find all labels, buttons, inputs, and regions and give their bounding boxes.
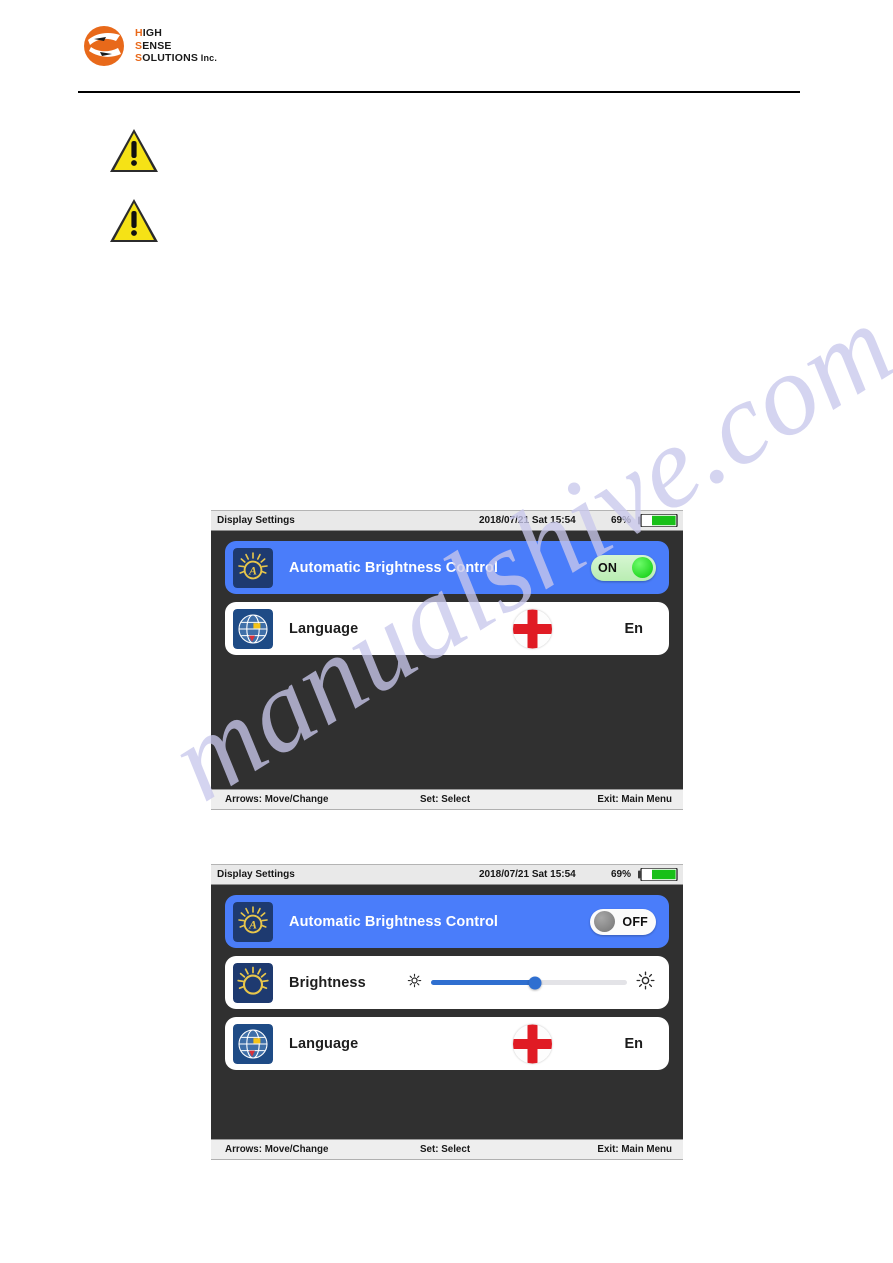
globe-icon	[233, 1023, 273, 1064]
auto-brightness-toggle[interactable]: OFF	[590, 908, 656, 935]
globe-icon	[233, 608, 273, 649]
battery-percent-label: 69%	[611, 869, 632, 880]
footer-hint-exit: Exit: Main Menu	[597, 794, 672, 805]
status-bar: Display Settings 2018/07/21 Sat 15:54 69…	[211, 510, 683, 531]
row-label: Automatic Brightness Control	[289, 913, 499, 930]
row-label: Language	[289, 620, 359, 637]
svg-text:A: A	[248, 563, 257, 577]
company-logo: HIGH SENSE SOLUTIONS Inc.	[82, 24, 217, 68]
footer-hint-arrows: Arrows: Move/Change	[225, 1144, 329, 1155]
language-code-value: En	[624, 620, 643, 637]
small-sun-icon	[407, 973, 422, 993]
brightness-slider-control[interactable]	[407, 970, 655, 995]
status-bar-datetime: 2018/07/21 Sat 15:54	[479, 515, 576, 526]
high-sense-logo-icon	[82, 24, 126, 68]
device-screenshot-auto-on: Display Settings 2018/07/21 Sat 15:54 69…	[211, 510, 683, 810]
company-logo-text: HIGH SENSE SOLUTIONS Inc.	[135, 27, 217, 64]
device-screenshot-auto-off: Display Settings 2018/07/21 Sat 15:54 69…	[211, 864, 683, 1160]
england-flag-icon	[513, 1024, 552, 1063]
footer-hint-set: Set: Select	[420, 794, 471, 805]
row-automatic-brightness-control[interactable]: A Automatic Brightness Control OFF	[225, 895, 669, 948]
settings-list: A Automatic Brightness Control ON Langua…	[211, 531, 683, 789]
large-sun-icon	[636, 970, 655, 995]
language-code-value: En	[624, 1035, 643, 1052]
row-automatic-brightness-control[interactable]: A Automatic Brightness Control ON	[225, 541, 669, 594]
warning-triangle-icon	[108, 197, 160, 244]
toggle-knob	[632, 557, 653, 578]
device-footer-hints: Arrows: Move/Change Set: Select Exit: Ma…	[211, 789, 683, 810]
row-label: Language	[289, 1035, 359, 1052]
logo-line-sense: SENSE	[135, 39, 172, 52]
status-bar-title: Display Settings	[217, 515, 295, 526]
footer-hint-exit: Exit: Main Menu	[597, 1144, 672, 1155]
row-label: Brightness	[289, 974, 366, 991]
logo-line-high: HIGH	[135, 27, 163, 40]
row-language[interactable]: Language En	[225, 602, 669, 655]
brightness-slider-track[interactable]	[431, 976, 627, 989]
status-bar: Display Settings 2018/07/21 Sat 15:54 69…	[211, 864, 683, 885]
logo-line-solutions: SOLUTIONS Inc.	[135, 52, 218, 65]
row-language[interactable]: Language En	[225, 1017, 669, 1070]
header-divider	[78, 91, 800, 93]
toggle-state-label: OFF	[622, 914, 648, 929]
brightness-slider-thumb[interactable]	[528, 976, 542, 989]
page-header: HIGH SENSE SOLUTIONS Inc.	[0, 0, 893, 96]
device-footer-hints: Arrows: Move/Change Set: Select Exit: Ma…	[211, 1139, 683, 1160]
settings-list: A Automatic Brightness Control OFF Brigh…	[211, 885, 683, 1139]
footer-hint-set: Set: Select	[420, 1144, 471, 1155]
battery-percent-label: 69%	[611, 515, 632, 526]
auto-brightness-toggle[interactable]: ON	[591, 554, 656, 581]
battery-icon	[638, 867, 678, 882]
toggle-state-label: ON	[598, 560, 618, 575]
brightness-slider-fill	[431, 980, 535, 985]
warning-triangle-icon	[108, 127, 160, 174]
brightness-icon	[233, 962, 273, 1003]
status-bar-datetime: 2018/07/21 Sat 15:54	[479, 869, 576, 880]
toggle-knob	[594, 911, 615, 932]
battery-icon	[638, 513, 678, 528]
england-flag-icon	[513, 609, 552, 648]
auto-brightness-icon: A	[233, 901, 273, 942]
status-bar-title: Display Settings	[217, 869, 295, 880]
svg-text:A: A	[248, 917, 257, 931]
footer-hint-arrows: Arrows: Move/Change	[225, 794, 329, 805]
row-label: Automatic Brightness Control	[289, 559, 499, 576]
row-brightness[interactable]: Brightness	[225, 956, 669, 1009]
auto-brightness-icon: A	[233, 547, 273, 588]
